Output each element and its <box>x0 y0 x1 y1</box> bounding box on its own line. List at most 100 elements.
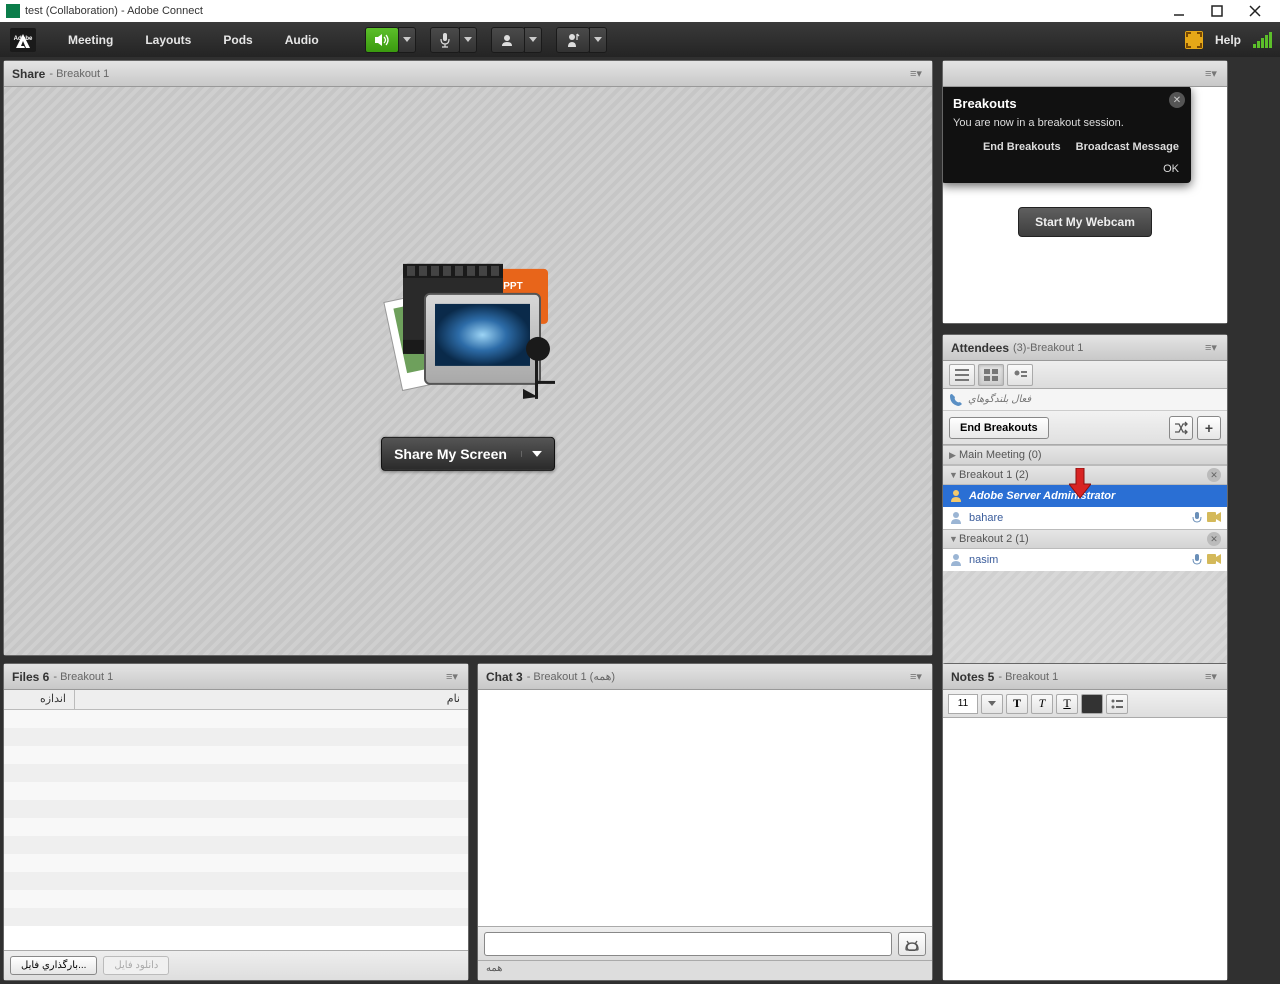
notes-text-area[interactable] <box>943 718 1227 980</box>
font-size-dropdown[interactable] <box>981 694 1003 714</box>
attendee-row-bahare[interactable]: bahare <box>943 507 1227 529</box>
files-col-name[interactable]: نام <box>74 690 468 709</box>
attendees-view-toolbar <box>943 361 1227 389</box>
attendees-pod-header: Attendees (3)-Breakout 1 ≡▾ <box>943 335 1227 361</box>
group-main-meeting[interactable]: ▶Main Meeting (0) <box>943 445 1227 465</box>
webcam-dropdown[interactable] <box>524 27 542 53</box>
chat-input[interactable] <box>484 932 892 956</box>
notes-subtitle: - Breakout 1 <box>998 671 1058 683</box>
minimize-button[interactable] <box>1160 1 1198 21</box>
notes-toolbar: T T T <box>943 690 1227 718</box>
bold-button[interactable]: T <box>1006 694 1028 714</box>
share-graphic-icon: PPTPDF <box>363 249 573 419</box>
attendee-row-nasim[interactable]: nasim <box>943 549 1227 571</box>
close-icon[interactable]: ✕ <box>1169 92 1185 108</box>
webcam-button[interactable] <box>491 27 525 53</box>
chat-send-button[interactable] <box>898 932 926 956</box>
group-b1-label: Breakout 1 (2) <box>959 469 1029 481</box>
phone-icon <box>949 393 963 407</box>
menu-audio[interactable]: Audio <box>269 22 335 57</box>
mic-button[interactable] <box>430 27 460 53</box>
attendee-name: nasim <box>969 554 998 566</box>
pod-menu-icon[interactable]: ≡▾ <box>446 670 460 683</box>
menu-help[interactable]: Help <box>1215 33 1241 47</box>
font-size-input[interactable] <box>948 694 978 714</box>
pod-menu-icon[interactable]: ≡▾ <box>910 67 924 80</box>
files-pod: Files 6 - Breakout 1 ≡▾ نام اندازه بارگذ… <box>3 663 469 981</box>
remove-group-icon[interactable]: ✕ <box>1207 532 1221 546</box>
attendees-pod: Attendees (3)-Breakout 1 ≡▾ فعال بلندگوه… <box>942 334 1228 712</box>
share-screen-button[interactable]: Share My Screen <box>381 437 555 471</box>
files-title: Files 6 <box>12 670 49 684</box>
webcam-pod-header: ≡▾ <box>943 61 1227 87</box>
close-button[interactable] <box>1236 1 1274 21</box>
files-list[interactable] <box>4 710 468 950</box>
adobe-logo: Adobe <box>8 26 38 54</box>
raise-hand-dropdown[interactable] <box>589 27 607 53</box>
chat-pod: Chat 3 - Breakout 1 (همه) ≡▾ همه <box>477 663 933 981</box>
attendees-controls: End Breakouts + <box>943 411 1227 445</box>
connection-signal-icon[interactable] <box>1253 32 1272 48</box>
attendee-name: Adobe Server Administrator <box>969 490 1115 502</box>
notes-pod-header: Notes 5 - Breakout 1 ≡▾ <box>943 664 1227 690</box>
pod-menu-icon[interactable]: ≡▾ <box>910 670 924 683</box>
shuffle-button[interactable] <box>1169 416 1193 440</box>
mic-dropdown[interactable] <box>459 27 477 53</box>
remove-group-icon[interactable]: ✕ <box>1207 468 1221 482</box>
workspace: Share - Breakout 1 ≡▾ PPTPDF Share My Sc… <box>0 57 1280 984</box>
attendee-view-status-icon[interactable] <box>1007 364 1033 386</box>
files-col-size[interactable]: اندازه <box>4 690 74 709</box>
share-pod-header: Share - Breakout 1 ≡▾ <box>4 61 932 87</box>
pod-menu-icon[interactable]: ≡▾ <box>1205 670 1219 683</box>
participant-icon <box>949 511 963 525</box>
download-file-button[interactable]: دانلود فايل <box>103 956 169 975</box>
video-icon <box>1207 511 1221 523</box>
ok-button[interactable]: OK <box>1163 163 1179 175</box>
group-main-label: Main Meeting (0) <box>959 449 1042 461</box>
add-breakout-button[interactable]: + <box>1197 416 1221 440</box>
attendee-view-list-icon[interactable] <box>949 364 975 386</box>
main-toolbar: Adobe Meeting Layouts Pods Audio Help <box>0 22 1280 57</box>
menu-pods[interactable]: Pods <box>207 22 268 57</box>
attendee-view-breakout-icon[interactable] <box>978 364 1004 386</box>
chat-tab-all[interactable]: همه <box>486 963 502 974</box>
group-b2-label: Breakout 2 (1) <box>959 533 1029 545</box>
start-webcam-button[interactable]: Start My Webcam <box>1018 207 1152 237</box>
broadcast-message-link[interactable]: Broadcast Message <box>1076 141 1179 153</box>
maximize-button[interactable] <box>1198 1 1236 21</box>
popover-title: Breakouts <box>953 96 1179 111</box>
raise-hand-button[interactable] <box>556 27 590 53</box>
notes-pod: Notes 5 - Breakout 1 ≡▾ T T T <box>942 663 1228 981</box>
group-breakout-2[interactable]: ▼Breakout 2 (1) ✕ <box>943 529 1227 549</box>
window-titlebar: test (Collaboration) - Adobe Connect <box>0 0 1280 22</box>
share-pod: Share - Breakout 1 ≡▾ PPTPDF Share My Sc… <box>3 60 933 656</box>
app-icon <box>6 4 20 18</box>
attendee-name: bahare <box>969 512 1003 524</box>
bullets-button[interactable] <box>1106 694 1128 714</box>
speaker-dropdown[interactable] <box>398 27 416 53</box>
color-button[interactable] <box>1081 694 1103 714</box>
chat-input-row <box>478 926 932 960</box>
chat-subtitle: - Breakout 1 (همه) <box>527 670 615 683</box>
share-pod-title: Share <box>12 67 45 81</box>
menu-meeting[interactable]: Meeting <box>52 22 129 57</box>
speaker-button[interactable] <box>365 27 399 53</box>
svg-text:PPT: PPT <box>503 281 522 292</box>
menu-layouts[interactable]: Layouts <box>129 22 207 57</box>
chat-messages-area[interactable] <box>478 690 932 926</box>
italic-button[interactable]: T <box>1031 694 1053 714</box>
chat-tabs: همه <box>478 960 932 980</box>
files-pod-header: Files 6 - Breakout 1 ≡▾ <box>4 664 468 690</box>
upload-file-button[interactable]: بارگذاري فايل... <box>10 956 97 975</box>
end-breakouts-link[interactable]: End Breakouts <box>983 141 1061 153</box>
pod-menu-icon[interactable]: ≡▾ <box>1205 67 1219 80</box>
underline-button[interactable]: T <box>1056 694 1078 714</box>
share-pod-subtitle: - Breakout 1 <box>49 68 109 80</box>
participant-icon <box>949 553 963 567</box>
pod-menu-icon[interactable]: ≡▾ <box>1205 341 1219 354</box>
chat-title: Chat 3 <box>486 670 523 684</box>
end-breakouts-button[interactable]: End Breakouts <box>949 417 1049 439</box>
active-speakers-row: فعال بلندگوهاي <box>943 389 1227 411</box>
video-icon <box>1207 553 1221 565</box>
fullscreen-icon[interactable] <box>1185 31 1203 49</box>
